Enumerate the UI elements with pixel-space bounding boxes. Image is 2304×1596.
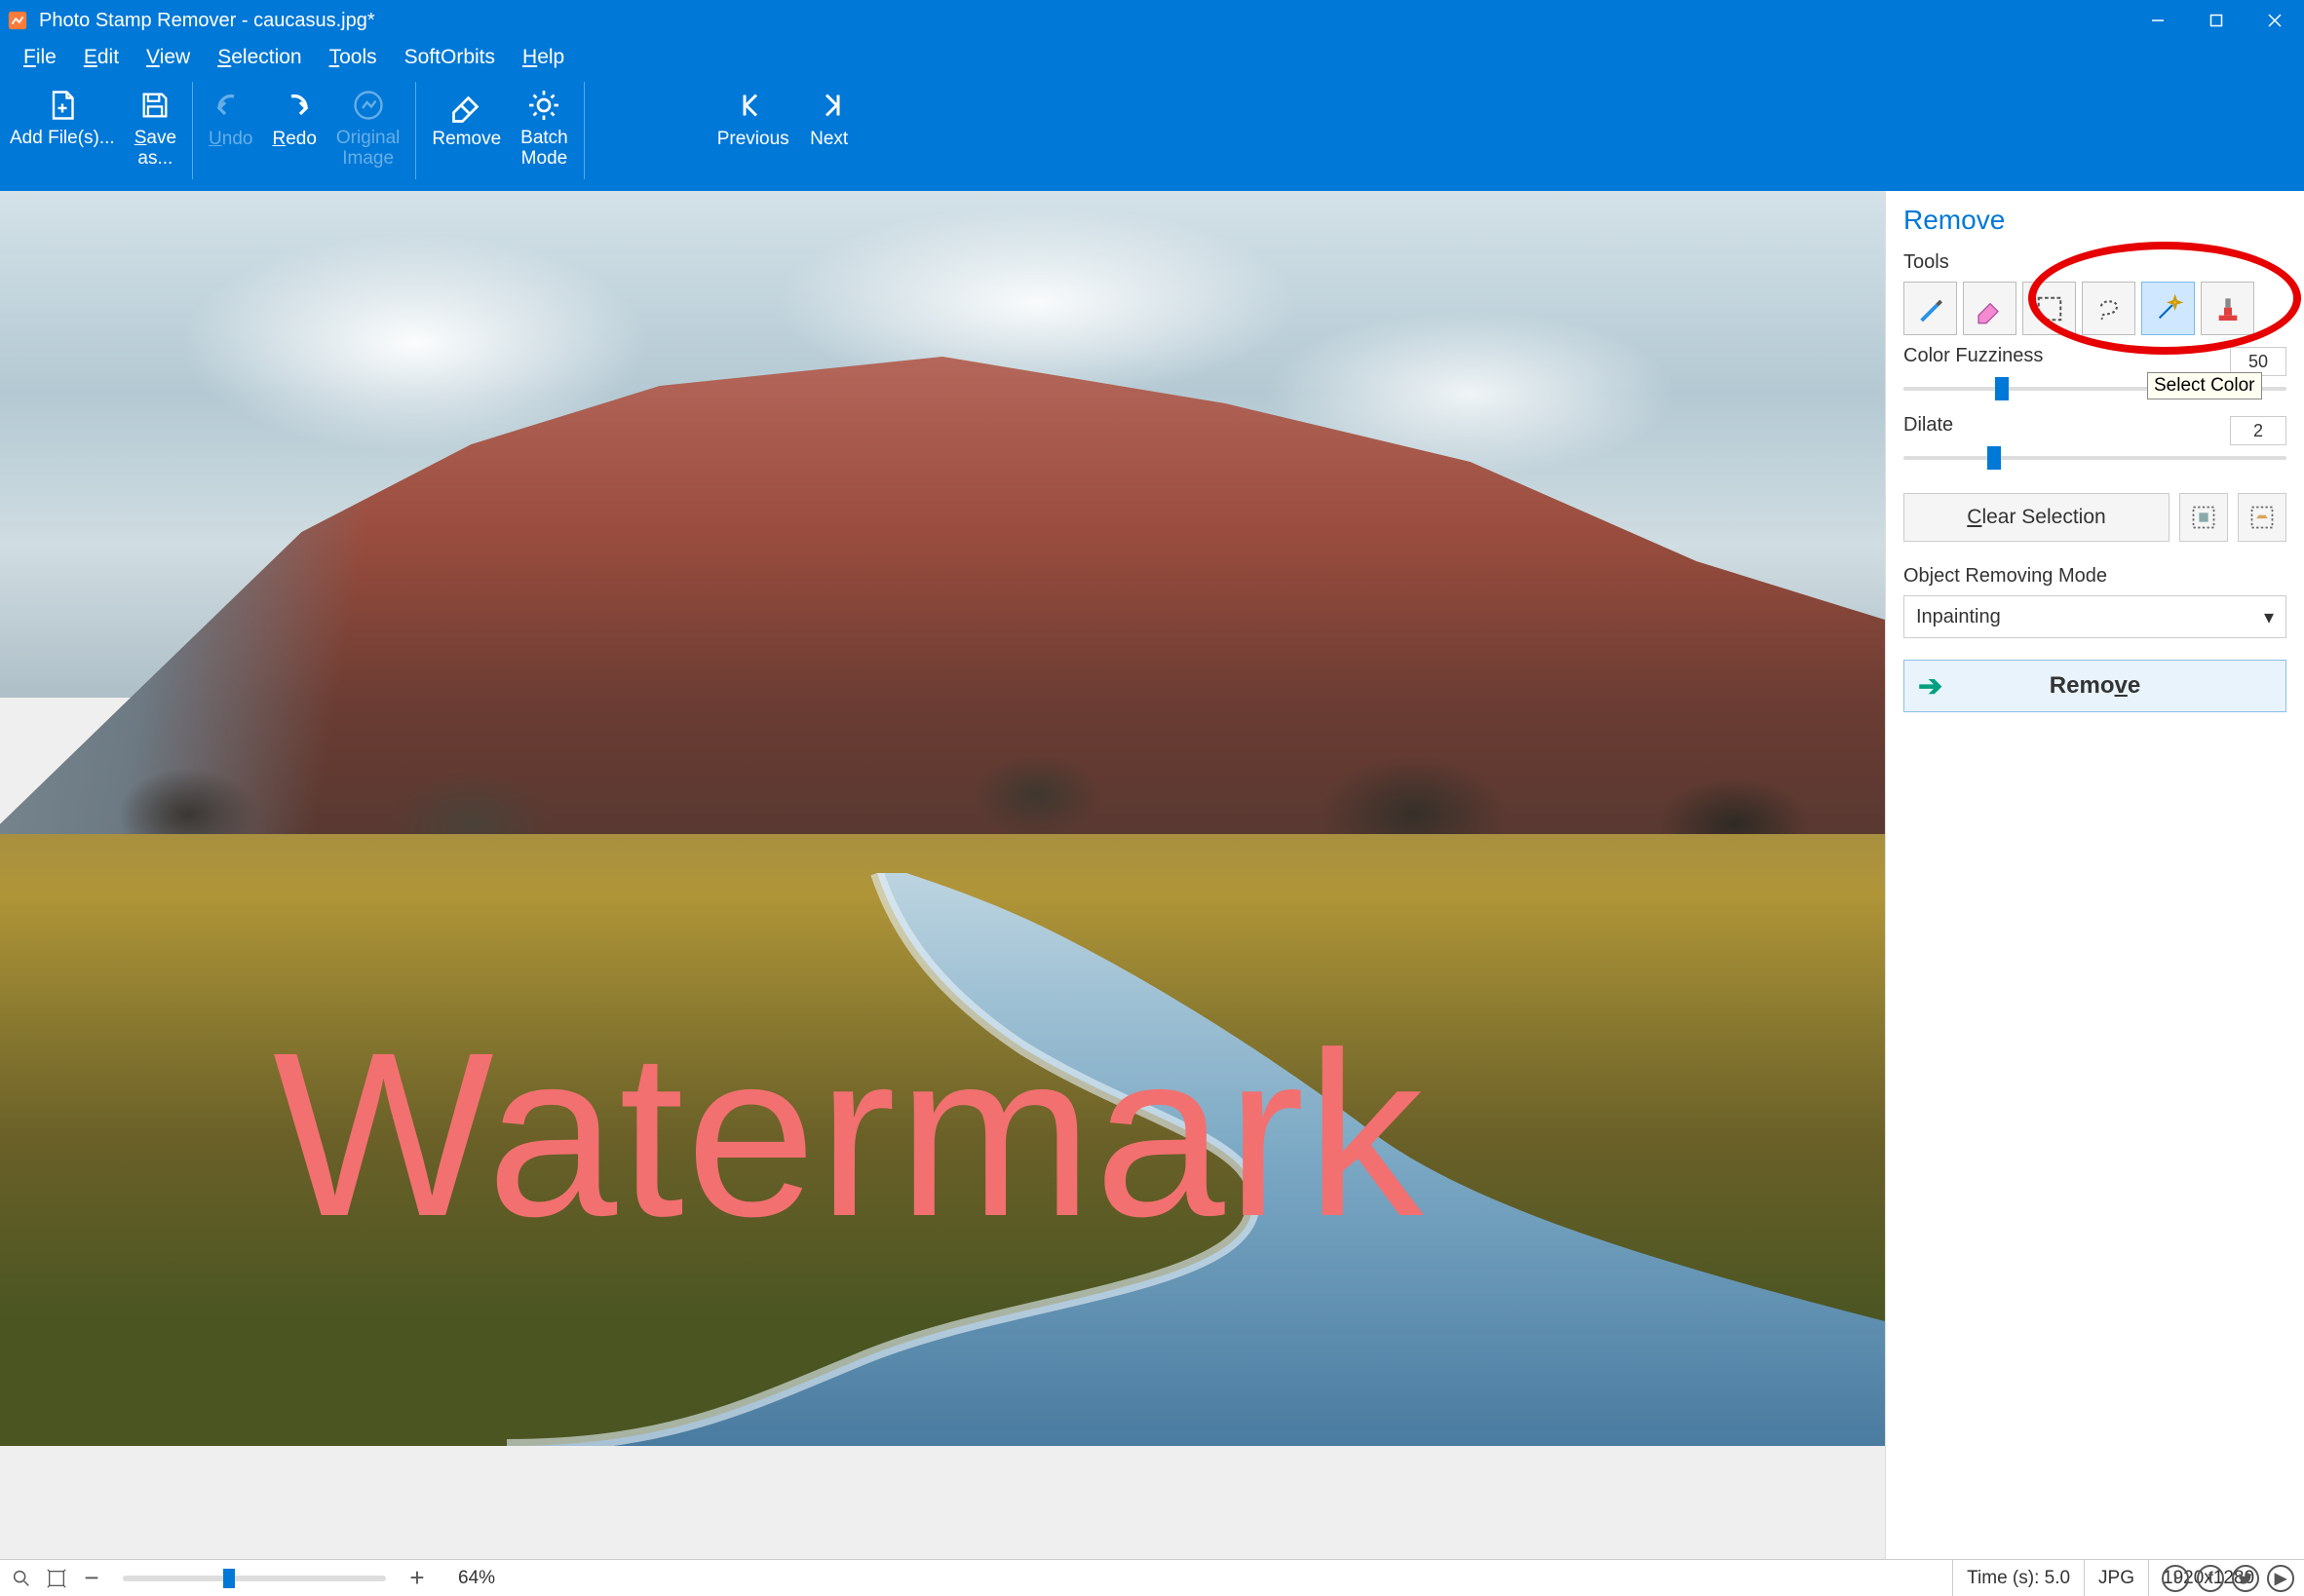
menu-tools[interactable]: Tools: [316, 42, 391, 73]
close-button[interactable]: [2246, 0, 2304, 41]
remove-ribbon-label: Remove: [432, 129, 501, 150]
maximize-button[interactable]: [2187, 0, 2246, 41]
next-icon: [812, 82, 847, 129]
redo-label: Redo: [272, 129, 316, 150]
status-format: JPG: [2084, 1560, 2148, 1596]
original-image-icon: [351, 82, 386, 129]
tool-eraser[interactable]: [1963, 282, 2016, 335]
remove-ribbon-button[interactable]: Remove: [422, 78, 511, 154]
previous-button[interactable]: Previous: [708, 78, 799, 154]
remove-button[interactable]: ➔ Remove: [1903, 660, 2286, 712]
titlebar: Photo Stamp Remover - caucasus.jpg*: [0, 0, 2304, 41]
menubar: File Edit View Selection Tools SoftOrbit…: [0, 41, 2304, 74]
batch-mode-button[interactable]: BatchMode: [511, 78, 578, 173]
watermark-text: Watermark: [273, 1000, 1426, 1269]
zoom-actual-icon[interactable]: [43, 1565, 70, 1592]
clear-selection-button[interactable]: Clear Selection: [1903, 493, 2170, 542]
app-icon: [4, 7, 31, 34]
undo-label: Undo: [209, 129, 252, 150]
gear-icon: [526, 82, 561, 129]
zoom-in-button[interactable]: +: [403, 1565, 431, 1592]
zoom-fit-icon[interactable]: [8, 1565, 35, 1592]
tools-label: Tools: [1903, 251, 2286, 274]
side-heading: Remove: [1903, 205, 2286, 236]
original-image-button[interactable]: OriginalImage: [326, 78, 409, 173]
twitter-icon[interactable]: [2232, 1565, 2259, 1592]
tool-magic-wand[interactable]: [2141, 282, 2195, 335]
main-area: Watermark Remove Tools Color Fuzziness 5…: [0, 191, 2304, 1559]
save-as-label: Saveas...: [134, 129, 176, 170]
undo-button[interactable]: Undo: [199, 78, 262, 154]
zoom-slider[interactable]: [123, 1576, 386, 1581]
facebook-icon[interactable]: f: [2197, 1565, 2224, 1592]
redo-icon: [277, 82, 312, 129]
social-links: i f ▶: [2162, 1565, 2294, 1592]
info-icon[interactable]: i: [2162, 1565, 2189, 1592]
menu-selection[interactable]: Selection: [204, 42, 315, 73]
tools-row: [1903, 282, 2286, 335]
undo-icon: [213, 82, 249, 129]
dilate-slider[interactable]: [1903, 444, 2286, 474]
add-files-label: Add File(s)...: [10, 129, 115, 149]
status-bar: − + 64% Time (s): 5.0 JPG 1920x1280 i f …: [0, 1559, 2304, 1596]
load-selection-button[interactable]: [2238, 493, 2286, 542]
save-as-button[interactable]: Saveas...: [125, 78, 186, 173]
zoom-value: 64%: [458, 1568, 495, 1589]
chevron-down-icon: ▾: [2264, 605, 2274, 629]
minimize-button[interactable]: [2129, 0, 2187, 41]
arrow-right-icon: ➔: [1918, 669, 1942, 703]
previous-icon: [736, 82, 771, 129]
menu-softorbits[interactable]: SoftOrbits: [391, 42, 509, 73]
tool-rectangle-select[interactable]: [2022, 282, 2076, 335]
original-image-label: OriginalImage: [336, 129, 400, 170]
zoom-out-button[interactable]: −: [78, 1565, 105, 1592]
status-time: Time (s): 5.0: [1952, 1560, 2084, 1596]
side-panel: Remove Tools Color Fuzziness 50 Dilate 2: [1885, 191, 2304, 1559]
menu-edit[interactable]: Edit: [70, 42, 133, 73]
mode-label: Object Removing Mode: [1903, 565, 2286, 588]
canvas-area[interactable]: Watermark: [0, 191, 1885, 1559]
eraser-icon: [449, 82, 484, 129]
batch-mode-label: BatchMode: [520, 129, 568, 170]
save-selection-button[interactable]: [2179, 493, 2228, 542]
remove-button-label: Remove: [1904, 672, 2285, 700]
add-files-button[interactable]: Add File(s)...: [0, 78, 125, 153]
redo-button[interactable]: Redo: [262, 78, 326, 154]
menu-file[interactable]: File: [10, 42, 70, 73]
image-canvas: Watermark: [0, 191, 1885, 1446]
save-icon: [138, 82, 172, 129]
tooltip-select-color: Select Color: [2147, 372, 2262, 399]
next-label: Next: [810, 129, 848, 150]
dilate-value[interactable]: 2: [2230, 416, 2286, 445]
youtube-icon[interactable]: ▶: [2267, 1565, 2294, 1592]
tool-clone-stamp[interactable]: [2201, 282, 2254, 335]
tool-marker[interactable]: [1903, 282, 1957, 335]
mode-value: Inpainting: [1916, 606, 2001, 628]
window-title: Photo Stamp Remover - caucasus.jpg*: [39, 10, 375, 32]
menu-help[interactable]: Help: [509, 42, 578, 73]
next-button[interactable]: Next: [799, 78, 860, 154]
mode-dropdown[interactable]: Inpainting ▾: [1903, 595, 2286, 638]
add-file-icon: [45, 82, 80, 129]
menu-view[interactable]: View: [133, 42, 204, 73]
ribbon: Add File(s)... Saveas... Undo Redo Origi…: [0, 74, 2304, 191]
previous-label: Previous: [717, 129, 789, 150]
tool-lasso[interactable]: [2082, 282, 2135, 335]
